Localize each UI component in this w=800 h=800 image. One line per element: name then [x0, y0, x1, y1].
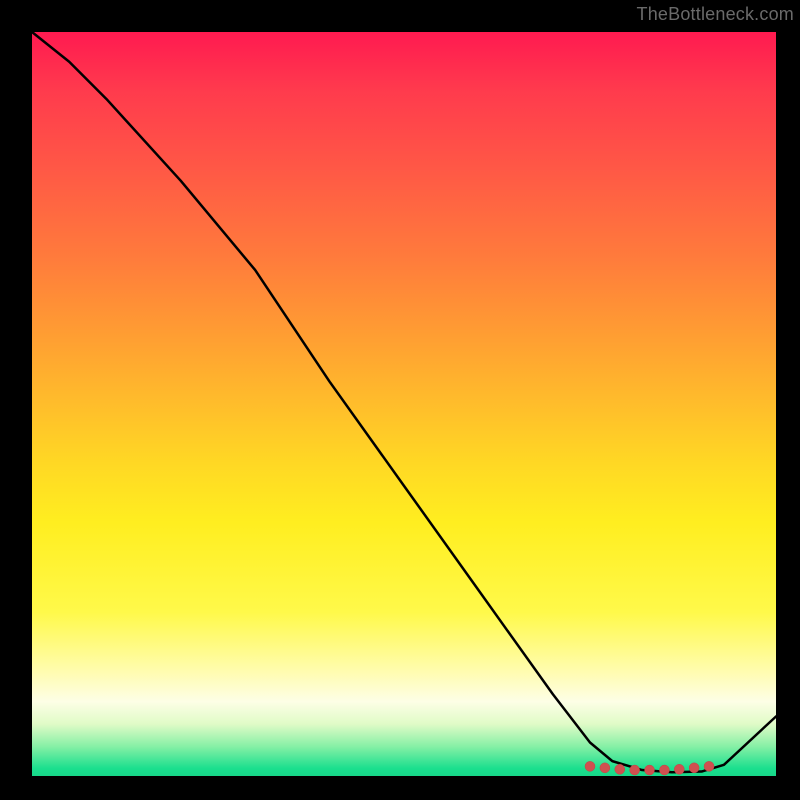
marker-point: [615, 764, 625, 774]
chart-svg: [32, 32, 776, 776]
chart-stage: TheBottleneck.com: [0, 0, 800, 800]
marker-point: [704, 761, 714, 771]
marker-point: [585, 761, 595, 771]
marker-point: [645, 765, 655, 775]
series-curve: [32, 32, 776, 772]
attribution-label: TheBottleneck.com: [637, 4, 794, 25]
plot-area: [32, 32, 776, 776]
marker-cluster: [585, 761, 714, 775]
marker-point: [600, 763, 610, 773]
marker-point: [659, 765, 669, 775]
marker-point: [630, 765, 640, 775]
marker-point: [689, 763, 699, 773]
marker-point: [674, 764, 684, 774]
